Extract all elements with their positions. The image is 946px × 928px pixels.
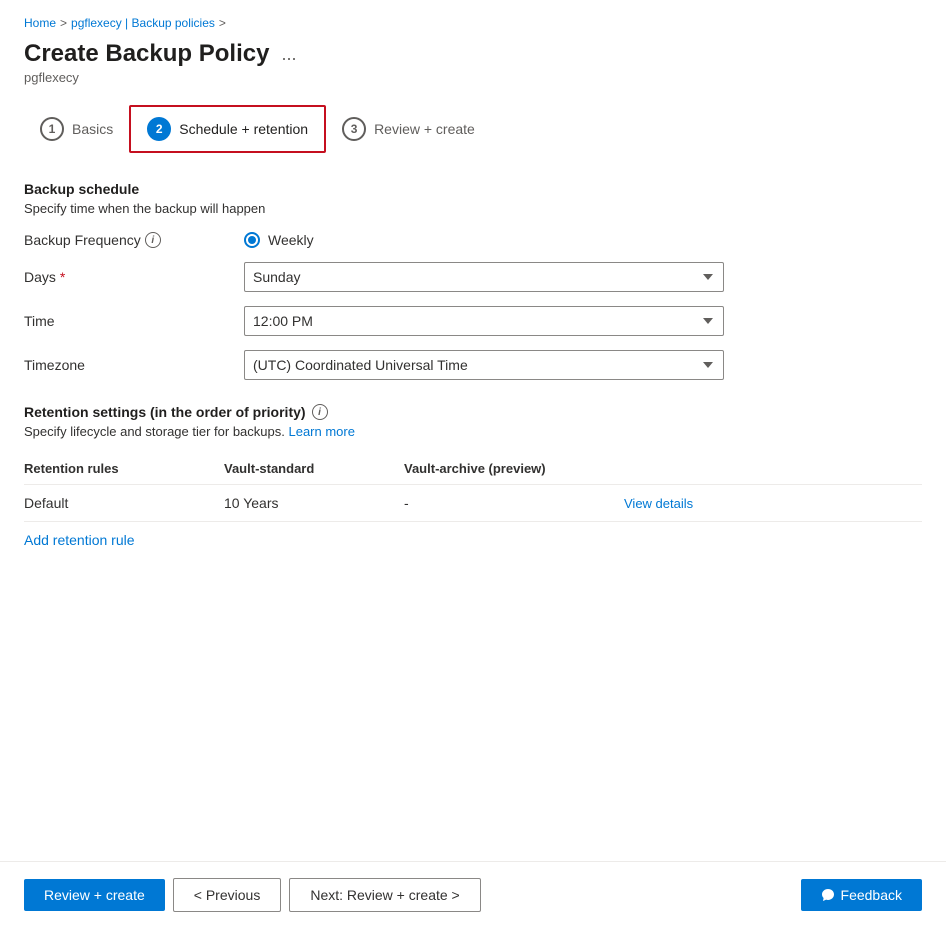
timezone-select[interactable]: (UTC) Coordinated Universal Time (UTC+01… [244, 350, 724, 380]
wizard-steps: 1 Basics 2 Schedule + retention 3 Review… [24, 105, 922, 153]
wizard-step-schedule-retention[interactable]: 2 Schedule + retention [129, 105, 326, 153]
timezone-group: Timezone (UTC) Coordinated Universal Tim… [24, 350, 922, 380]
backup-schedule-title: Backup schedule [24, 181, 922, 197]
vault-standard-value: 10 Years [224, 485, 404, 522]
backup-frequency-label: Backup Frequency i [24, 232, 244, 248]
vault-archive-value: - [404, 485, 624, 522]
weekly-radio[interactable] [244, 232, 260, 248]
backup-schedule-section: Backup schedule Specify time when the ba… [24, 181, 922, 380]
days-required-star: * [60, 269, 65, 285]
view-details-link[interactable]: View details [624, 496, 693, 511]
col-header-vault-standard: Vault-standard [224, 453, 404, 485]
breadcrumb-home[interactable]: Home [24, 16, 56, 30]
time-label: Time [24, 313, 244, 329]
step-circle-review-create: 3 [342, 117, 366, 141]
weekly-radio-label: Weekly [268, 232, 314, 248]
retention-settings-section: Retention settings (in the order of prio… [24, 404, 922, 548]
days-group: Days * Sunday Monday Tuesday Wednesday T… [24, 262, 922, 292]
time-group: Time 12:00 AM 12:00 PM 1:00 PM 2:00 PM [24, 306, 922, 336]
col-header-vault-archive: Vault-archive (preview) [404, 453, 624, 485]
step-circle-basics: 1 [40, 117, 64, 141]
days-label: Days * [24, 269, 244, 285]
backup-frequency-info-icon[interactable]: i [145, 232, 161, 248]
next-button[interactable]: Next: Review + create > [289, 878, 480, 912]
timezone-label: Timezone [24, 357, 244, 373]
learn-more-link[interactable]: Learn more [288, 424, 354, 439]
step-circle-schedule-retention: 2 [147, 117, 171, 141]
backup-frequency-control: Weekly [244, 232, 724, 248]
add-retention-rule-link[interactable]: Add retention rule [24, 532, 135, 548]
footer: Review + create < Previous Next: Review … [0, 861, 946, 928]
timezone-control: (UTC) Coordinated Universal Time (UTC+01… [244, 350, 724, 380]
review-create-button[interactable]: Review + create [24, 879, 165, 911]
step-label-schedule-retention: Schedule + retention [179, 121, 308, 137]
retention-table: Retention rules Vault-standard Vault-arc… [24, 453, 922, 522]
page-title: Create Backup Policy [24, 40, 269, 68]
retention-info-icon[interactable]: i [312, 404, 328, 420]
breadcrumb-policies[interactable]: pgflexecy | Backup policies [71, 16, 215, 30]
breadcrumb-sep2: > [219, 16, 226, 30]
days-control: Sunday Monday Tuesday Wednesday Thursday… [244, 262, 724, 292]
retention-rule-name: Default [24, 485, 224, 522]
days-select[interactable]: Sunday Monday Tuesday Wednesday Thursday… [244, 262, 724, 292]
time-select[interactable]: 12:00 AM 12:00 PM 1:00 PM 2:00 PM [244, 306, 724, 336]
retention-settings-title: Retention settings (in the order of prio… [24, 404, 922, 420]
table-row: Default 10 Years - View details [24, 485, 922, 522]
col-header-retention-rules: Retention rules [24, 453, 224, 485]
breadcrumb: Home > pgflexecy | Backup policies > [24, 16, 922, 30]
retention-settings-desc: Specify lifecycle and storage tier for b… [24, 424, 922, 439]
step-label-basics: Basics [72, 121, 113, 137]
backup-schedule-desc: Specify time when the backup will happen [24, 201, 922, 216]
more-options-button[interactable]: ... [277, 44, 300, 65]
view-details-cell: View details [624, 485, 922, 522]
previous-button[interactable]: < Previous [173, 878, 282, 912]
page-subtitle: pgflexecy [24, 70, 922, 85]
feedback-button[interactable]: Feedback [801, 879, 922, 911]
wizard-step-review-create[interactable]: 3 Review + create [326, 107, 491, 151]
col-header-action [624, 453, 922, 485]
feedback-icon [821, 888, 835, 902]
step-label-review-create: Review + create [374, 121, 475, 137]
wizard-step-basics[interactable]: 1 Basics [24, 107, 129, 151]
backup-frequency-group: Backup Frequency i Weekly [24, 232, 922, 248]
breadcrumb-sep1: > [60, 16, 67, 30]
time-control: 12:00 AM 12:00 PM 1:00 PM 2:00 PM [244, 306, 724, 336]
